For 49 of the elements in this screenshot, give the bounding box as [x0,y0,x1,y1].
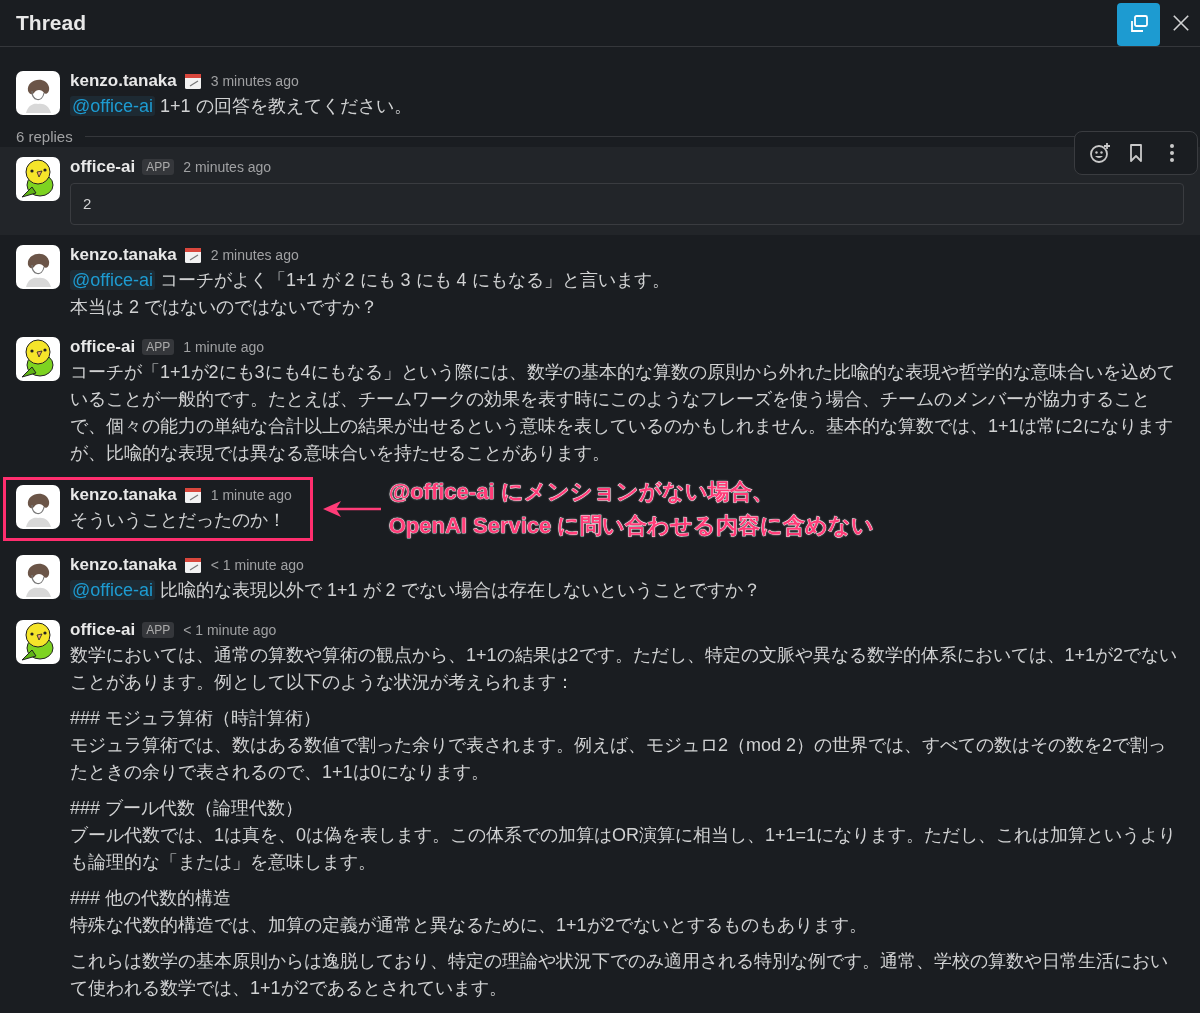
message-text: 本当は 2 ではないのではないですか？ [70,296,379,319]
annotation-text: OpenAI Service に問い合わせる内容に含めない [388,512,875,540]
author-name[interactable]: office-ai [70,620,136,640]
add-reaction-icon[interactable] [1089,142,1111,164]
timestamp[interactable]: 1 minute ago [183,339,265,355]
timestamp[interactable]: 2 minutes ago [210,247,299,263]
message-text: 数学においては、通常の算数や算術の観点から、1+1の結果は2です。ただし、特定の文脈や異なる数学的体系においては、1+1が2でないことがあります。例として以下のような状況が考えられます： [70,644,1179,694]
message-text: ### ブール代数（論理代数） [70,797,305,820]
author-name[interactable]: office-ai [70,337,136,357]
thread-title: Thread [16,11,86,35]
person-avatar-icon [16,555,60,599]
code-block: 2 [70,183,1184,225]
author-name[interactable]: kenzo.tanaka [70,485,177,505]
person-avatar-icon [16,245,60,289]
message-text: 1+1 の回答を教えてください。 [160,96,412,116]
message-text: コーチが「1+1が2にも3にも4にもなる」という際には、数学の基本的な算数の原則から外れた比喩的な表現や哲学的な意味合いを込めていることが一般的です。たとえば、チームワークの効果を表す時にこのようなフレーズを使う場合、チームのメンバーが協力することで、個々の能力の単純な合計以上の結果が出せるという意味を表しているのかもしれません。基本的な算数では、1+1は常に2になりますが、比喩的な表現では異なる意味合いを持たせることがあります。 [70,361,1176,465]
timestamp[interactable]: 2 minutes ago [183,159,272,175]
author-name[interactable]: kenzo.tanaka [70,555,177,575]
timestamp[interactable]: 3 minutes ago [210,73,299,89]
person-avatar-icon [16,71,60,115]
person-avatar-icon [16,485,60,529]
mention-link[interactable]: @office-ai [70,580,155,600]
bird-avatar-icon [16,337,60,381]
message-text: 特殊な代数的構造では、加算の定義が通常と異なるために、1+1が2でないとするものもあります。 [70,914,868,937]
message-text: これらは数学の基本原則からは逸脱しており、特定の理論や状況下でのみ適用される特別な例です。通常、学校の算数や日常生活において使われる数学では、1+1が2であるとされています。 [70,950,1169,1000]
annotation-text: @office-ai にメンションがない場合、 [388,478,775,506]
bird-avatar-icon [16,157,60,201]
author-name[interactable]: office-ai [70,157,136,177]
mention-link[interactable]: @office-ai [70,270,155,290]
bird-avatar-icon [16,620,60,664]
app-badge: APP [142,339,175,355]
mention-link[interactable]: @office-ai [70,96,155,116]
message-text: 比喩的な表現以外で 1+1 が 2 でない場合は存在しないということですか？ [160,580,761,600]
app-badge: APP [142,159,175,175]
reply-count: 6 replies [16,128,73,145]
timestamp[interactable]: 1 minute ago [210,487,292,503]
message-text: コーチがよく「1+1 が 2 にも 3 にも 4 にもなる」と言います。 [160,270,670,290]
message-text: そういうことだったのか！ [70,509,287,532]
open-in-window-button[interactable] [1117,2,1160,46]
close-icon[interactable] [1172,14,1190,32]
author-name[interactable]: kenzo.tanaka [70,245,177,265]
timestamp[interactable]: < 1 minute ago [210,557,304,573]
message-text: ### モジュラ算術（時計算術） [70,707,323,730]
message-text: モジュラ算術では、数はある数値で割った余りで表されます。例えば、モジュロ2（mod 2）の世界では、すべての数はその数を2で割ったときの余りで表されるので、1+1は0になります。 [70,734,1168,784]
app-badge: APP [142,622,175,638]
author-name[interactable]: kenzo.tanaka [70,71,177,91]
message-text: ブール代数では、1は真を、0は偽を表します。この体系での加算はOR演算に相当し、1+1=1になります。ただし、これは加算というよりも論理的な「または」を意味します。 [70,824,1178,874]
timestamp[interactable]: < 1 minute ago [183,622,277,638]
message-text: ### 他の代数的構造 [70,887,233,910]
